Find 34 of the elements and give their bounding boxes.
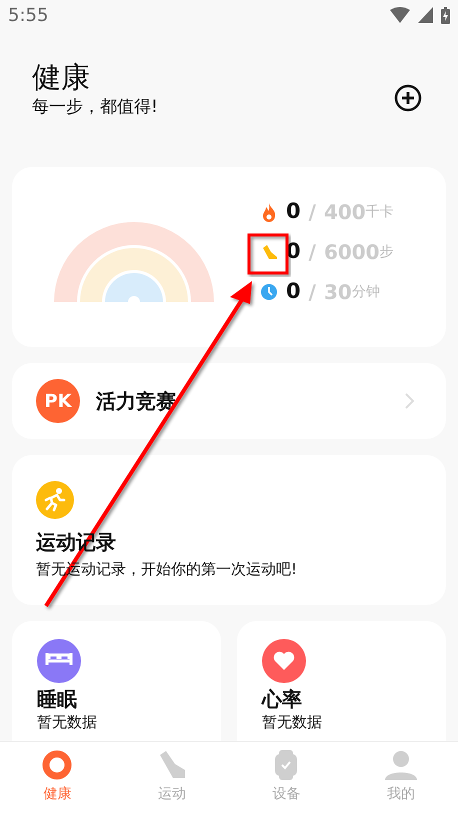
- metric-card[interactable]: 睡眠 暂无数据: [12, 621, 221, 741]
- challenge-title: 活力竞赛: [96, 388, 176, 415]
- goal-unit: 步: [380, 242, 394, 262]
- signal-icon: [418, 7, 433, 23]
- running-icon: [36, 481, 74, 519]
- bed-icon: [37, 639, 81, 683]
- goal-unit: 千卡: [366, 202, 394, 222]
- highlight-box: [248, 234, 288, 274]
- goal-separator: /: [308, 239, 316, 266]
- page-title: 健康: [32, 60, 91, 95]
- shoe-icon: [260, 242, 278, 262]
- page-subtitle: 每一步，都值得!: [32, 96, 158, 119]
- clock-icon: [260, 282, 278, 302]
- flame-icon: [260, 202, 278, 222]
- chevron-icon: [405, 393, 414, 409]
- goal-separator: /: [308, 199, 316, 226]
- add-button[interactable]: [394, 84, 422, 112]
- ring-icon: [42, 750, 72, 780]
- goal-separator: /: [308, 279, 316, 306]
- metric-status: 暂无数据: [37, 712, 98, 733]
- battery-icon: [441, 6, 450, 24]
- wifi-icon: [390, 7, 410, 23]
- pk-badge: PK: [36, 379, 80, 423]
- metric-title: 睡眠: [37, 687, 78, 711]
- status-time: 5:55: [8, 4, 48, 28]
- goal-value: 0: [286, 198, 301, 226]
- goal-value: 0: [286, 278, 301, 306]
- metric-card[interactable]: 心率 暂无数据: [237, 621, 446, 741]
- watch-icon: [275, 750, 298, 780]
- metric-title: 心率: [262, 687, 303, 711]
- challenge-card[interactable]: PK 活力竞赛: [12, 363, 446, 439]
- goal-unit: 分钟: [352, 282, 380, 302]
- metric-status: 暂无数据: [262, 712, 323, 733]
- person-icon: [384, 750, 418, 780]
